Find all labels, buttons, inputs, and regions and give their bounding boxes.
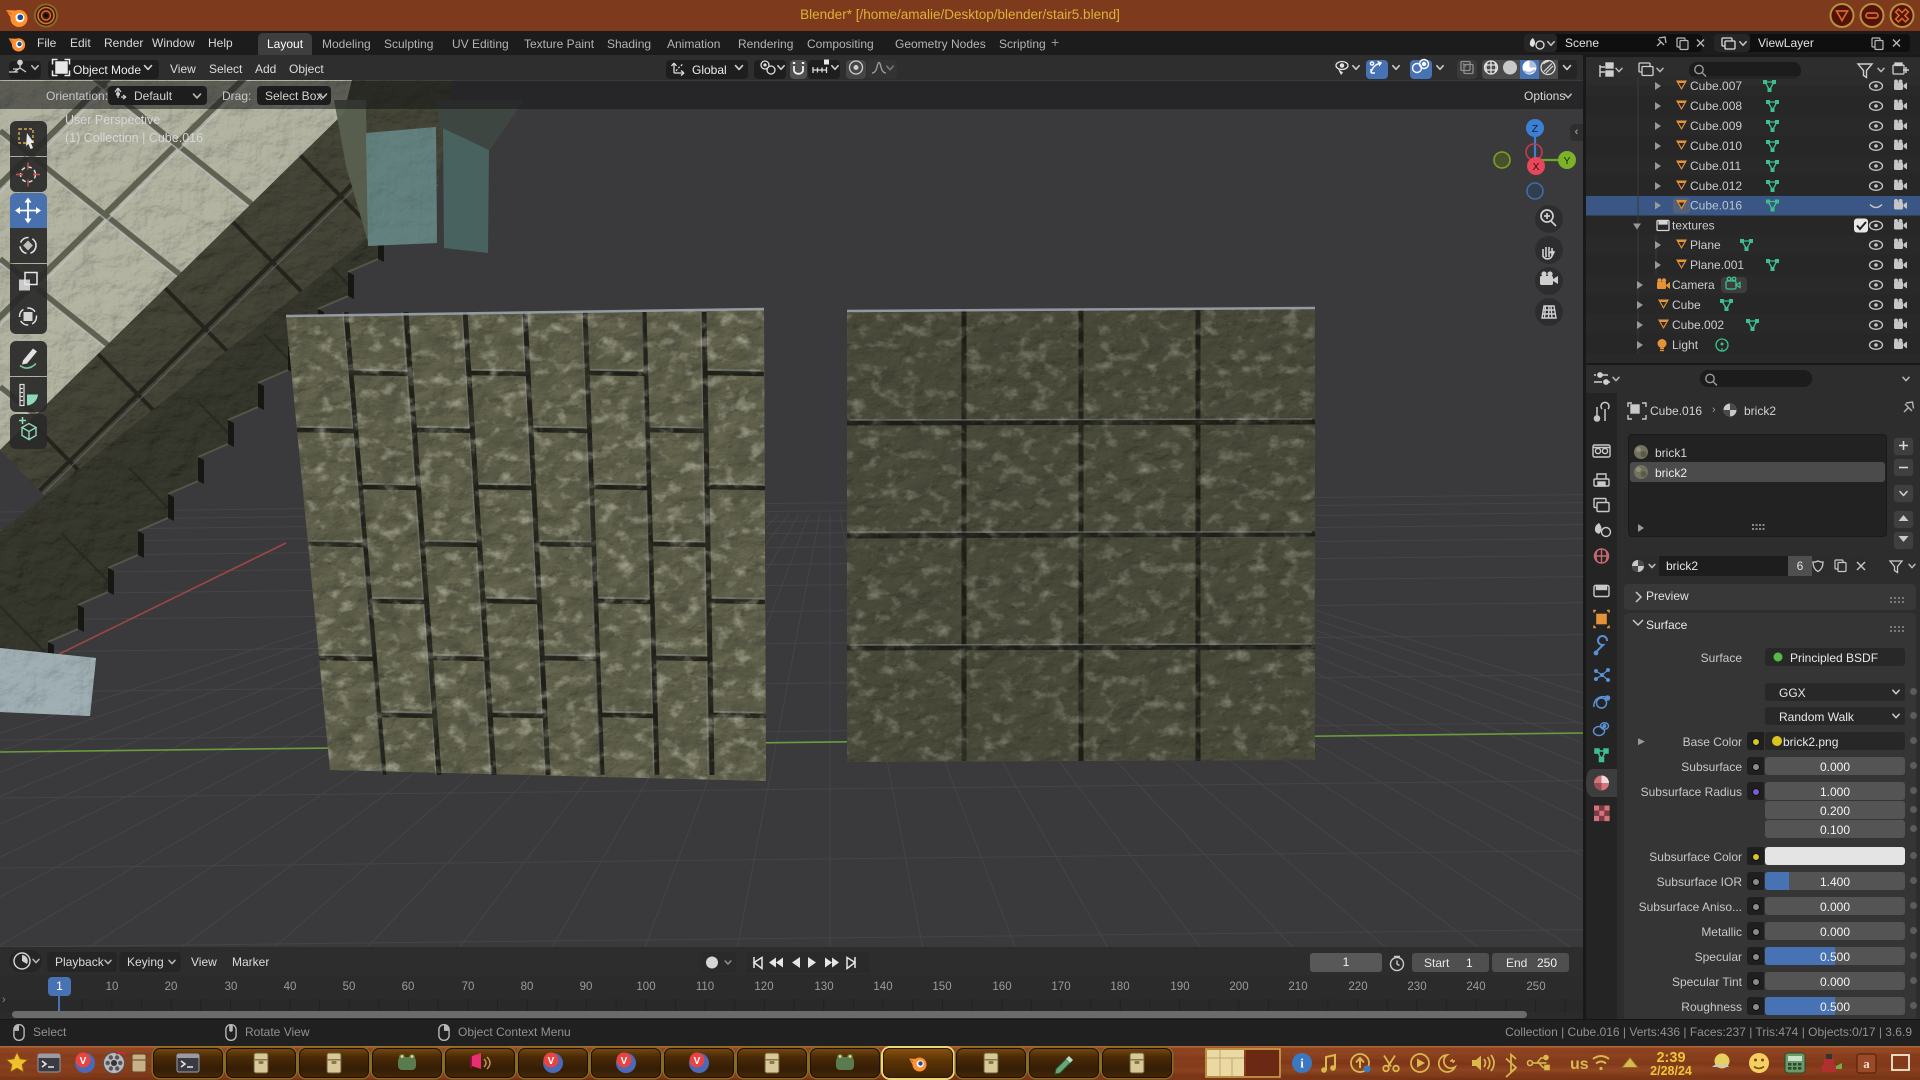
svg-text:Cube.011: Cube.011 — [1690, 159, 1741, 173]
svg-text:X: X — [1532, 161, 1539, 173]
svg-text:Plane: Plane — [1690, 238, 1721, 252]
svg-text:i: i — [1300, 1056, 1304, 1071]
svg-text:Cube: Cube — [1672, 298, 1701, 312]
svg-text:us: us — [1570, 1056, 1589, 1073]
svg-text:Cube.010: Cube.010 — [1690, 139, 1742, 153]
svg-text:Light: Light — [1672, 338, 1699, 352]
svg-text:Cube.002: Cube.002 — [1672, 318, 1724, 332]
svg-text:V: V — [548, 1056, 555, 1067]
svg-text:Cube.007: Cube.007 — [1690, 79, 1742, 93]
svg-text:textures: textures — [1672, 219, 1715, 233]
svg-text:Cube.012: Cube.012 — [1690, 179, 1742, 193]
svg-text:Cube.008: Cube.008 — [1690, 99, 1742, 113]
svg-text:2/28/24: 2/28/24 — [1650, 1064, 1692, 1078]
svg-text:Cube.009: Cube.009 — [1690, 119, 1742, 133]
svg-text:a: a — [1863, 1056, 1870, 1071]
svg-text:Cube.016: Cube.016 — [1690, 199, 1742, 213]
svg-text:V: V — [621, 1056, 628, 1067]
svg-text:Y: Y — [1563, 155, 1570, 167]
svg-text:Plane.001: Plane.001 — [1690, 258, 1744, 272]
svg-text:V: V — [80, 1056, 87, 1067]
svg-text:V: V — [694, 1056, 701, 1067]
svg-text:Z: Z — [1532, 123, 1539, 135]
svg-text:Camera: Camera — [1672, 278, 1715, 292]
